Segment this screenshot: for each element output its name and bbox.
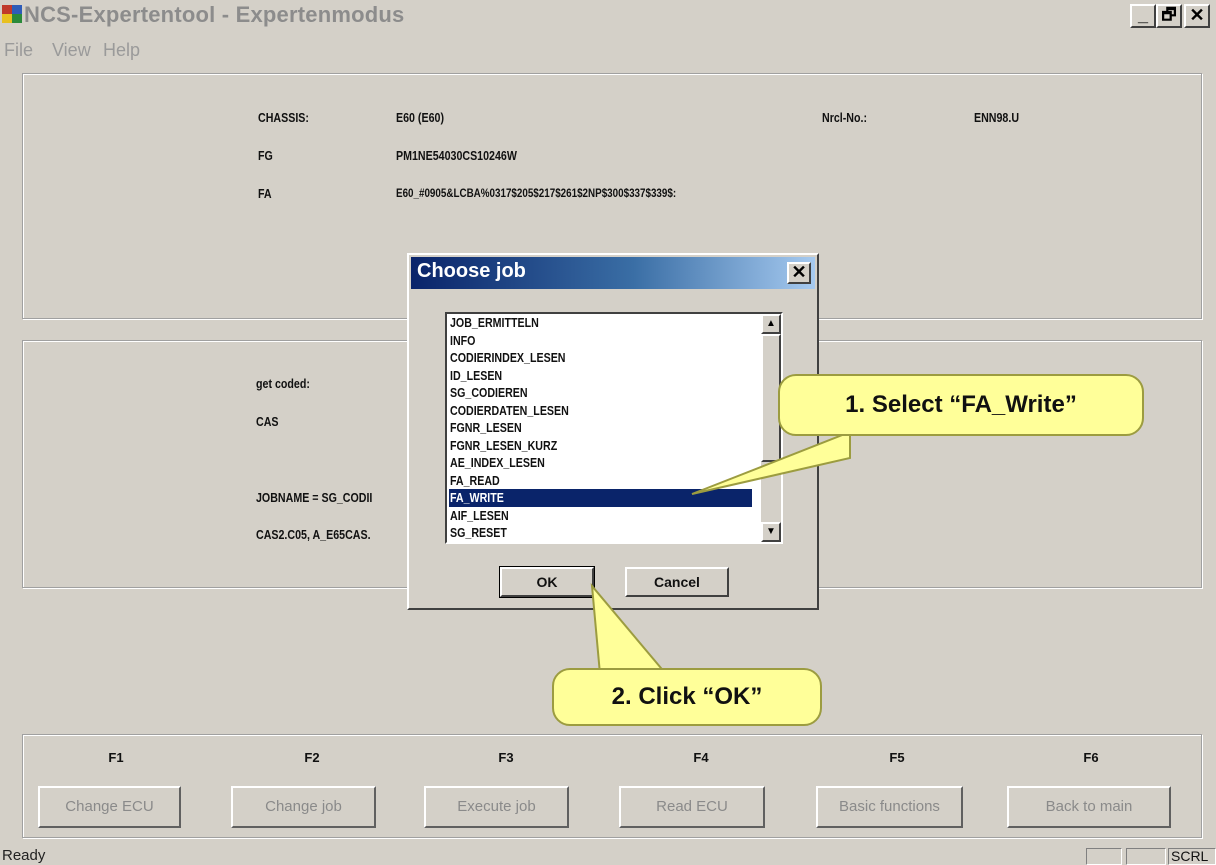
fg-label: FG — [258, 148, 273, 163]
coding-file-text: CAS2.C05, A_E65CAS. — [256, 527, 371, 542]
scroll-down-icon[interactable]: ▼ — [761, 522, 781, 542]
minimize-button[interactable]: _ — [1130, 4, 1156, 28]
dialog-title: Choose job — [417, 260, 526, 282]
callout-2-pointer — [590, 582, 669, 675]
read-ecu-button[interactable]: Read ECU — [619, 786, 765, 828]
menu-help[interactable]: Help — [103, 40, 140, 61]
status-indicator-blank-2 — [1126, 848, 1166, 865]
back-to-main-button[interactable]: Back to main — [1007, 786, 1171, 828]
status-bar — [0, 845, 1216, 865]
ecu-name: CAS — [256, 414, 279, 429]
app-icon — [2, 5, 22, 23]
scrl-indicator: SCRL — [1168, 848, 1216, 865]
nrcl-label: Nrcl-No.: — [822, 110, 868, 125]
f2-key-label: F2 — [304, 750, 320, 765]
list-item-id-lesen[interactable]: ID_LESEN — [449, 367, 752, 385]
restore-button[interactable]: 🗗 — [1156, 4, 1182, 28]
execute-job-button[interactable]: Execute job — [424, 786, 569, 828]
fa-label: FA — [258, 186, 272, 201]
chassis-label: CHASSIS: — [258, 110, 309, 125]
list-item-aif-lesen[interactable]: AIF_LESEN — [449, 507, 752, 525]
list-item-job-ermitteln[interactable]: JOB_ERMITTELN — [449, 314, 752, 332]
nrcl-value: ENN98.U — [974, 110, 1020, 125]
title-bar[interactable]: NCS-Expertentool - Expertenmodus _ 🗗 ✕ — [0, 0, 1216, 32]
f5-key-label: F5 — [889, 750, 905, 765]
fa-value: E60_#0905&LCBA%0317$205$217$261$2NP$300$… — [396, 186, 677, 200]
basic-functions-button[interactable]: Basic functions — [816, 786, 963, 828]
close-button[interactable]: ✕ — [1184, 4, 1210, 28]
callout-select-fa-write: 1. Select “FA_Write” — [778, 374, 1144, 436]
change-job-button[interactable]: Change job — [231, 786, 376, 828]
status-indicator-blank-1 — [1086, 848, 1122, 865]
jobname-text: JOBNAME = SG_CODII — [256, 490, 373, 505]
status-text: Ready — [2, 847, 46, 864]
menu-file[interactable]: File — [4, 40, 33, 61]
f1-key-label: F1 — [108, 750, 124, 765]
dialog-close-button[interactable]: ✕ — [787, 262, 811, 284]
scroll-up-icon[interactable]: ▲ — [761, 314, 781, 334]
list-item-codierindex-lesen[interactable]: CODIERINDEX_LESEN — [449, 349, 752, 367]
get-coded-label: get coded: — [256, 376, 310, 391]
menu-view[interactable]: View — [52, 40, 91, 61]
f4-key-label: F4 — [693, 750, 709, 765]
list-item-info[interactable]: INFO — [449, 332, 752, 350]
list-item-sg-reset[interactable]: SG_RESET — [449, 524, 752, 542]
f3-key-label: F3 — [498, 750, 514, 765]
f6-key-label: F6 — [1083, 750, 1099, 765]
window-title: NCS-Expertentool - Expertenmodus — [24, 2, 405, 27]
fg-value: PM1NE54030CS10246W — [396, 148, 517, 163]
change-ecu-button[interactable]: Change ECU — [38, 786, 181, 828]
chassis-value: E60 (E60) — [396, 110, 445, 125]
dialog-title-bar[interactable]: Choose job ✕ — [411, 257, 815, 289]
callout-click-ok: 2. Click “OK” — [552, 668, 822, 726]
